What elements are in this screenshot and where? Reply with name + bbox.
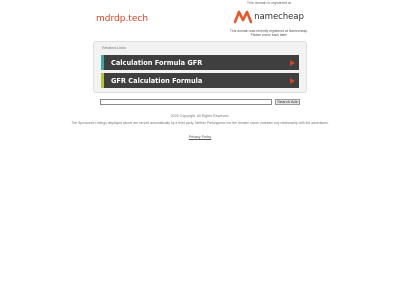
registrar-note: This domain was recently registered at N… bbox=[229, 29, 309, 37]
registrar-panel: This domain is registered at namecheap T… bbox=[228, 1, 310, 37]
related-links-heading: Related Links bbox=[102, 45, 127, 50]
footer: 2025 Copyright. All Rights Reserved. The… bbox=[70, 114, 330, 143]
search-input[interactable] bbox=[100, 99, 272, 105]
related-link-label: Calculation Formula GFR bbox=[111, 58, 203, 67]
arrow-right-icon bbox=[290, 77, 295, 84]
related-link-calculation-formula-gfr[interactable]: Calculation Formula GFR bbox=[101, 55, 299, 70]
related-link-label: GFR Calculation Formula bbox=[111, 76, 203, 85]
registrar-caption: This domain is registered at bbox=[246, 1, 292, 5]
related-links-panel: Related Links Calculation Formula GFR GF… bbox=[93, 41, 307, 93]
namecheap-wordmark: namecheap bbox=[254, 12, 304, 22]
privacy-policy-link[interactable]: Privacy Policy bbox=[189, 135, 211, 139]
namecheap-logo[interactable]: namecheap bbox=[228, 9, 310, 25]
copyright-text: 2025 Copyright. All Rights Reserved. bbox=[170, 114, 230, 118]
namecheap-logo-icon bbox=[234, 10, 253, 24]
search-bar: Search Ads bbox=[100, 99, 300, 105]
related-link-gfr-calculation-formula[interactable]: GFR Calculation Formula bbox=[101, 73, 299, 88]
disclaimer-text: The Sponsored Listings displayed above a… bbox=[71, 121, 329, 125]
site-title[interactable]: mdrdp.tech bbox=[96, 14, 148, 24]
arrow-right-icon bbox=[290, 59, 295, 66]
search-ads-button[interactable]: Search Ads bbox=[275, 99, 300, 105]
